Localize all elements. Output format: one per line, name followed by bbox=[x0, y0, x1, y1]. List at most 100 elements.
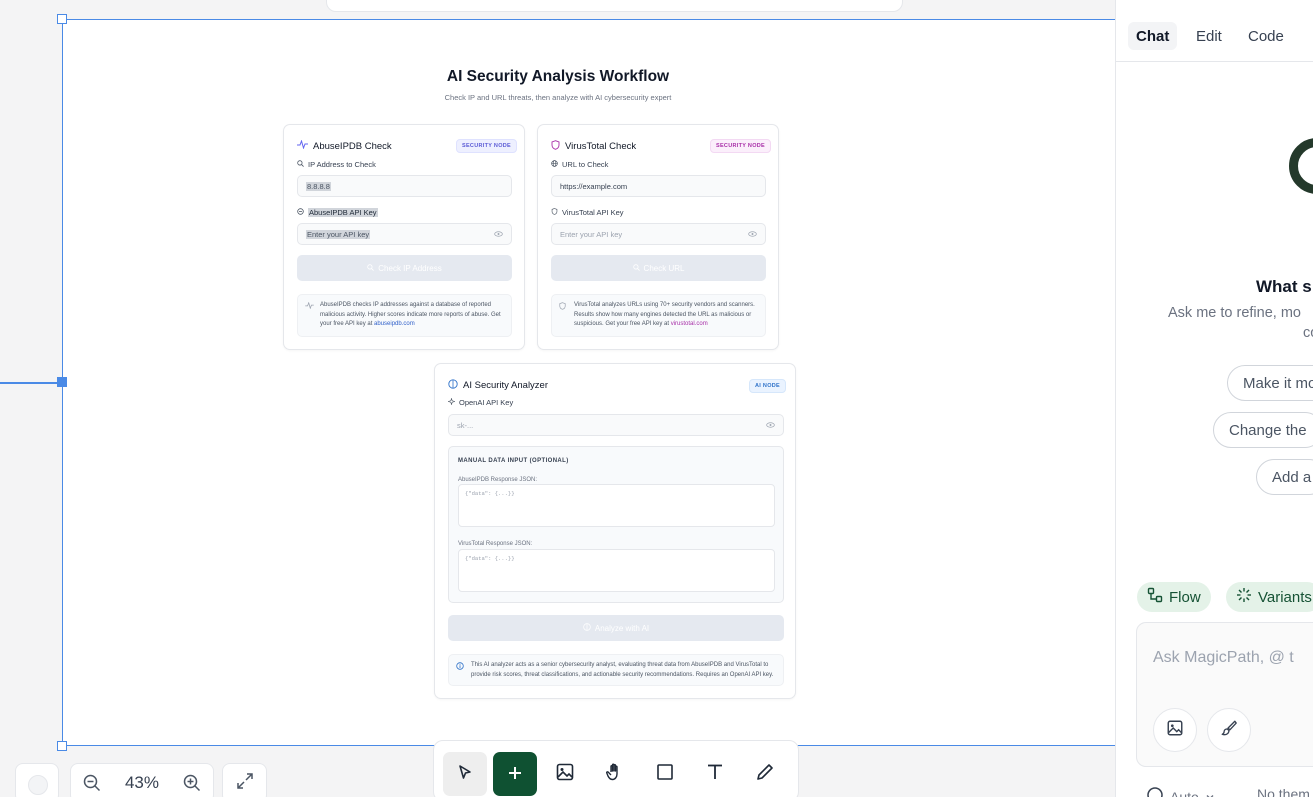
image-icon bbox=[1166, 719, 1184, 742]
model-selector[interactable]: Auto bbox=[1146, 786, 1215, 797]
resize-handle-top-left[interactable] bbox=[57, 14, 67, 24]
hand-tool[interactable] bbox=[593, 752, 637, 796]
select-tool[interactable] bbox=[443, 752, 487, 796]
tab-edit[interactable]: Edit bbox=[1188, 22, 1230, 50]
variants-chip-label: Variants bbox=[1258, 588, 1312, 606]
hand-icon bbox=[605, 762, 625, 787]
security-node-tag: SECURITY NODE bbox=[710, 139, 772, 153]
flow-icon bbox=[1147, 587, 1163, 607]
empty-state-heading: What s bbox=[1256, 277, 1312, 296]
virus-key-label-text: VirusTotal API Key bbox=[562, 208, 624, 217]
auto-icon bbox=[1146, 786, 1164, 797]
loader-icon bbox=[1236, 587, 1252, 607]
virus-json-placeholder: {"data": {...}} bbox=[465, 555, 515, 562]
brain-icon bbox=[583, 623, 591, 633]
expand-icon bbox=[236, 772, 254, 795]
manual-input-header: MANUAL DATA INPUT (OPTIONAL) bbox=[458, 458, 569, 464]
pencil-icon bbox=[755, 762, 775, 787]
virustotal-title: VirusTotal Check bbox=[551, 140, 636, 153]
add-tool[interactable] bbox=[493, 752, 537, 796]
abuse-key-label: AbuseIPDB API Key bbox=[297, 208, 378, 217]
abuseipdb-link[interactable]: abuseipdb.com bbox=[374, 321, 415, 327]
design-canvas[interactable]: AI Security Analysis Workflow Check IP a… bbox=[0, 0, 1116, 797]
color-swatch-control[interactable] bbox=[15, 763, 59, 797]
image-icon bbox=[555, 762, 575, 787]
url-input-value: https://example.com bbox=[560, 181, 628, 191]
sparkle-icon bbox=[447, 397, 456, 407]
suggestion-chip[interactable]: Add a bbox=[1256, 459, 1313, 495]
attach-image-button[interactable] bbox=[1153, 708, 1197, 752]
virus-key-input[interactable]: Enter your API key bbox=[551, 223, 766, 245]
virus-info-text: VirusTotal analyzes URLs using 70+ secur… bbox=[574, 302, 755, 327]
eye-icon[interactable] bbox=[748, 230, 757, 239]
virustotal-card[interactable]: VirusTotal Check SECURITY NODE URL to Ch… bbox=[537, 124, 779, 350]
ai-analyzer-title: AI Security Analyzer bbox=[448, 379, 548, 392]
workflow-title: AI Security Analysis Workflow bbox=[446, 68, 670, 85]
resize-handle-bottom-left[interactable] bbox=[57, 741, 67, 751]
fit-to-screen-button[interactable] bbox=[222, 763, 267, 797]
suggestion-chip[interactable]: Make it mo bbox=[1227, 365, 1313, 401]
abuseipdb-card[interactable]: AbuseIPDB Check SECURITY NODE IP Address… bbox=[283, 124, 525, 350]
virustotal-link[interactable]: virustotal.com bbox=[671, 321, 708, 327]
abuse-key-input[interactable]: Enter your API key bbox=[297, 223, 512, 245]
search-icon bbox=[632, 263, 640, 273]
workflow-subtitle: Check IP and URL threats, then analyze w… bbox=[444, 93, 672, 102]
assistant-panel: Chat Edit Code What s Ask me to refine, … bbox=[1115, 0, 1313, 797]
key-icon bbox=[297, 208, 304, 217]
variants-chip[interactable]: Variants bbox=[1226, 582, 1313, 612]
url-label-text: URL to Check bbox=[562, 160, 609, 169]
flow-chip-label: Flow bbox=[1169, 588, 1201, 606]
abuse-json-textarea[interactable]: {"data": {...}} bbox=[458, 484, 775, 527]
zoom-level[interactable]: 43% bbox=[125, 773, 159, 793]
activity-icon bbox=[305, 301, 314, 313]
globe-icon bbox=[551, 160, 558, 169]
resize-handle-left[interactable] bbox=[57, 377, 67, 387]
check-ip-button[interactable]: Check IP Address bbox=[297, 255, 512, 281]
abuse-key-label-text: AbuseIPDB API Key bbox=[308, 208, 378, 217]
virus-key-placeholder: Enter your API key bbox=[560, 229, 623, 239]
virus-key-label: VirusTotal API Key bbox=[551, 208, 624, 217]
check-url-button[interactable]: Check URL bbox=[551, 255, 766, 281]
ai-analyzer-title-text: AI Security Analyzer bbox=[463, 380, 549, 391]
text-tool[interactable] bbox=[693, 752, 737, 796]
openai-key-input[interactable]: sk-... bbox=[448, 414, 784, 436]
virus-json-textarea[interactable]: {"data": {...}} bbox=[458, 549, 775, 592]
analyze-ai-button[interactable]: Analyze with AI bbox=[448, 615, 784, 641]
plus-icon bbox=[507, 760, 523, 788]
magicpath-logo bbox=[1289, 138, 1313, 194]
abuse-info-box: AbuseIPDB checks IP addresses against a … bbox=[297, 294, 512, 337]
suggestion-chip[interactable]: Change the bbox=[1213, 412, 1313, 448]
ai-analyzer-card[interactable]: AI Security Analyzer AI NODE OpenAI API … bbox=[434, 363, 796, 699]
style-brush-button[interactable] bbox=[1207, 708, 1251, 752]
abuse-key-placeholder: Enter your API key bbox=[306, 229, 371, 239]
image-tool[interactable] bbox=[543, 752, 587, 796]
empty-state-subtext-2: co bbox=[1303, 325, 1313, 341]
eye-icon[interactable] bbox=[494, 230, 503, 239]
eye-icon[interactable] bbox=[766, 421, 775, 430]
color-swatch[interactable] bbox=[28, 775, 48, 795]
tab-chat[interactable]: Chat bbox=[1128, 22, 1178, 50]
rectangle-tool[interactable] bbox=[643, 752, 687, 796]
square-icon bbox=[655, 762, 675, 787]
zoom-in-icon[interactable] bbox=[183, 774, 201, 792]
tab-code[interactable]: Code bbox=[1240, 22, 1292, 50]
pen-tool[interactable] bbox=[743, 752, 787, 796]
info-icon bbox=[456, 662, 464, 674]
zoom-out-icon[interactable] bbox=[83, 774, 101, 792]
offscreen-frame[interactable] bbox=[326, 0, 903, 12]
shield-icon bbox=[551, 140, 560, 153]
drawing-toolbar bbox=[433, 740, 799, 797]
ip-label-text: IP Address to Check bbox=[308, 160, 376, 169]
theme-selector[interactable]: No them bbox=[1257, 786, 1310, 797]
ip-input[interactable]: 8.8.8.8 bbox=[297, 175, 512, 197]
chat-input[interactable]: Ask MagicPath, @ t bbox=[1136, 622, 1313, 767]
ai-node-tag: AI NODE bbox=[749, 379, 787, 393]
security-node-tag: SECURITY NODE bbox=[456, 139, 518, 153]
url-input[interactable]: https://example.com bbox=[551, 175, 766, 197]
panel-tabs: Chat Edit Code bbox=[1116, 0, 1313, 62]
shield-small-icon bbox=[551, 208, 558, 217]
manual-input-section: MANUAL DATA INPUT (OPTIONAL) AbuseIPDB R… bbox=[448, 446, 784, 603]
flow-chip[interactable]: Flow bbox=[1137, 582, 1211, 612]
connector-line bbox=[0, 382, 62, 384]
abuseipdb-title-text: AbuseIPDB Check bbox=[313, 140, 392, 152]
